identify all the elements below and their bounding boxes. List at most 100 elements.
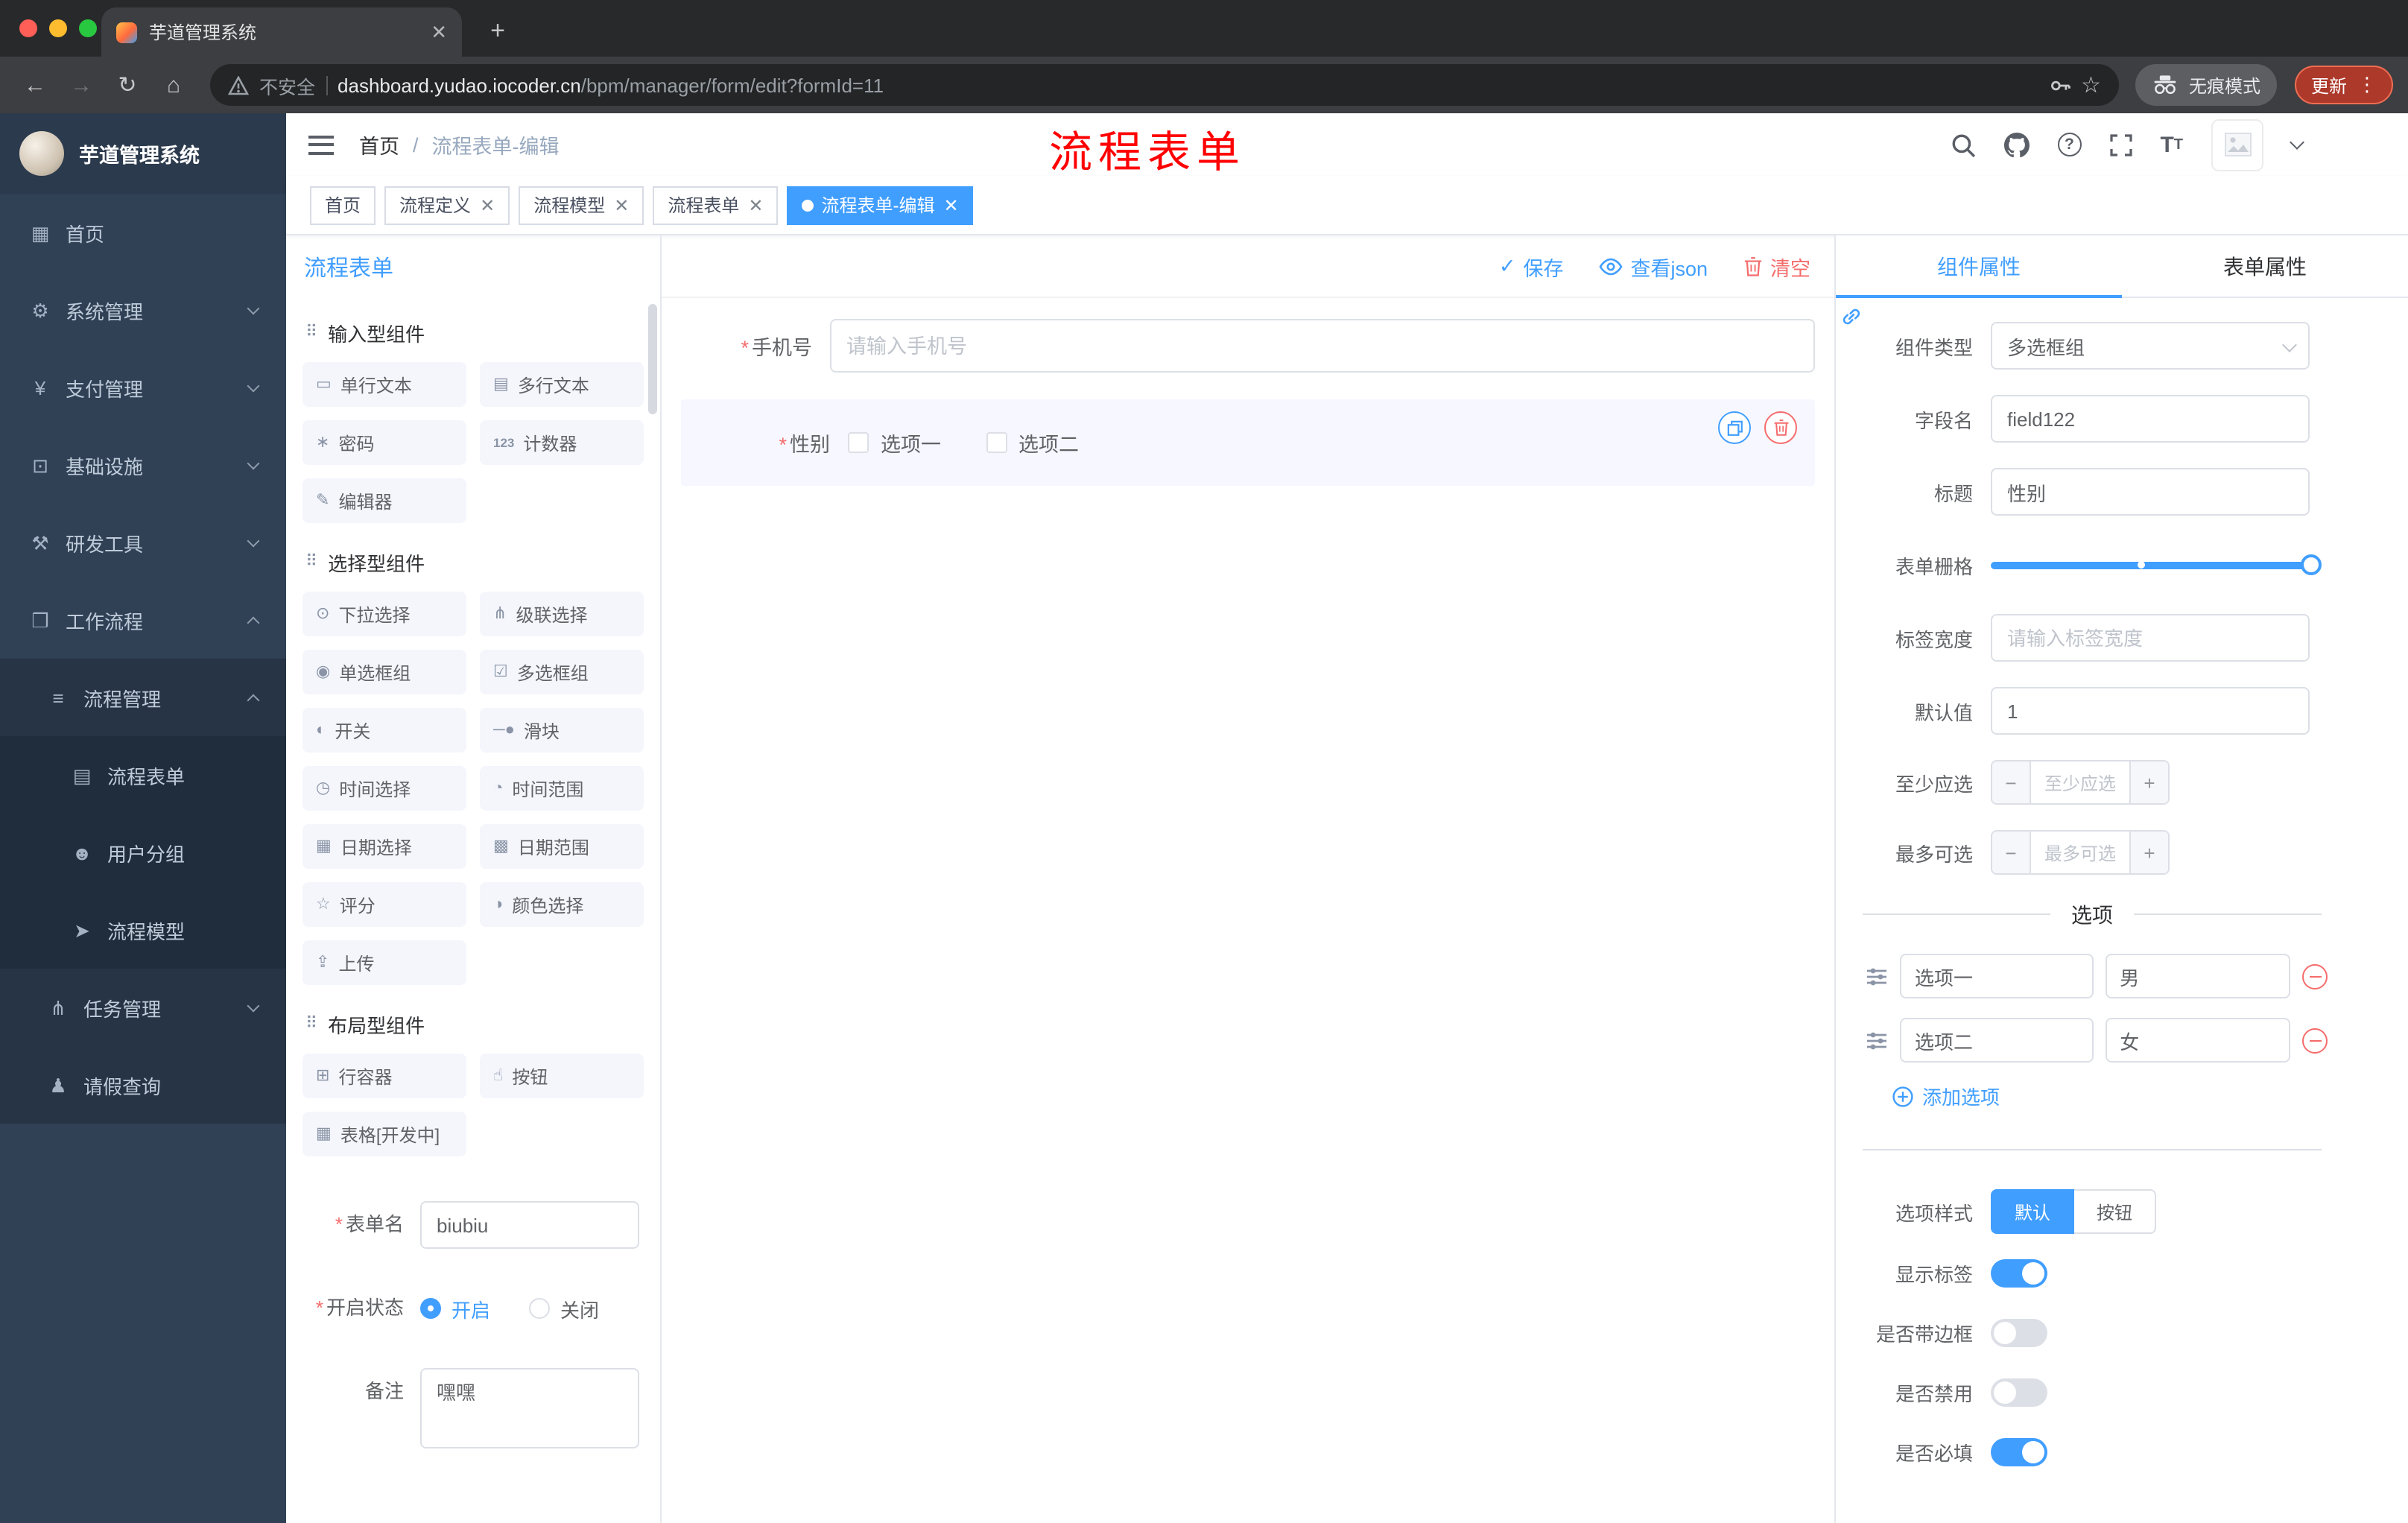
palette-item-cascader[interactable]: 级联选择 — [480, 592, 644, 636]
palette-item-textarea[interactable]: 多行文本 — [480, 362, 644, 407]
form-remark-textarea[interactable] — [420, 1368, 639, 1448]
palette-item-button[interactable]: 按钮 — [480, 1054, 644, 1098]
sidebar-item-process-form[interactable]: 流程表单 — [0, 736, 286, 814]
palette-item-time-range[interactable]: 时间范围 — [480, 766, 644, 811]
clear-button[interactable]: 清空 — [1743, 251, 1810, 281]
window-minimize-button[interactable] — [49, 19, 67, 37]
phone-input[interactable] — [830, 319, 1815, 373]
slider-track[interactable] — [1991, 554, 2322, 575]
help-icon[interactable]: ? — [2057, 133, 2082, 156]
tag-process-form[interactable]: 流程表单 ✕ — [653, 186, 779, 224]
sidebar-item-infrastructure[interactable]: 基础设施 — [0, 426, 286, 504]
browser-menu-icon[interactable]: ⋮ — [2357, 73, 2377, 97]
field-name-input[interactable] — [1991, 395, 2310, 443]
back-button[interactable]: ← — [15, 65, 55, 105]
add-option-button[interactable]: 添加选项 — [1892, 1082, 2408, 1110]
palette-item-password[interactable]: 密码 — [302, 420, 466, 465]
status-radio-off[interactable]: 关闭 — [529, 1294, 599, 1323]
tag-close-icon[interactable]: ✕ — [480, 194, 495, 215]
palette-item-time[interactable]: 时间选择 — [302, 766, 466, 811]
avatar-caret-icon[interactable] — [2290, 135, 2304, 150]
gender-option-2-checkbox[interactable]: 选项二 — [986, 428, 1079, 457]
sidebar-item-devtools[interactable]: 研发工具 — [0, 504, 286, 581]
status-radio-on[interactable]: 开启 — [420, 1294, 490, 1323]
tag-process-form-edit[interactable]: 流程表单-编辑 ✕ — [787, 186, 974, 224]
option-1-value-input[interactable] — [2105, 954, 2290, 998]
search-icon[interactable] — [1950, 132, 1975, 157]
new-tab-button[interactable]: + — [477, 10, 519, 52]
default-value-input[interactable] — [1991, 687, 2310, 735]
palette-item-counter[interactable]: 123 计数器 — [480, 420, 644, 465]
border-toggle[interactable] — [1991, 1319, 2047, 1347]
palette-item-rate[interactable]: 评分 — [302, 882, 466, 927]
option-2-label-input[interactable] — [1900, 1018, 2094, 1063]
label-width-input[interactable] — [1991, 614, 2310, 662]
option-style-default-button[interactable]: 默认 — [1991, 1189, 2075, 1234]
palette-item-input[interactable]: 单行文本 — [302, 362, 466, 407]
delete-widget-button[interactable] — [1764, 411, 1797, 444]
tag-process-definition[interactable]: 流程定义 ✕ — [384, 186, 510, 224]
grid-slider[interactable] — [1991, 541, 2322, 589]
option-1-label-input[interactable] — [1900, 954, 2094, 998]
bookmark-star-icon[interactable]: ☆ — [2081, 72, 2101, 98]
home-button[interactable]: ⌂ — [153, 65, 194, 105]
sidebar-item-workflow[interactable]: 工作流程 — [0, 581, 286, 659]
option-style-button-button[interactable]: 按钮 — [2074, 1189, 2157, 1234]
palette-item-date[interactable]: 日期选择 — [302, 824, 466, 869]
tag-close-icon[interactable]: ✕ — [944, 194, 959, 215]
palette-item-radio-group[interactable]: 单选框组 — [302, 650, 466, 694]
tab-close-icon[interactable]: ✕ — [431, 20, 447, 44]
palette-item-slider[interactable]: 滑块 — [480, 708, 644, 753]
max-select-placeholder[interactable]: 最多可选 — [2031, 832, 2129, 873]
sidebar-item-home[interactable]: 首页 — [0, 194, 286, 271]
component-type-value[interactable] — [1991, 322, 2310, 370]
drag-handle-icon[interactable] — [1866, 966, 1888, 986]
palette-item-upload[interactable]: 上传 — [302, 940, 466, 985]
browser-tab[interactable]: 芋道管理系统 ✕ — [101, 7, 462, 57]
avatar[interactable] — [2211, 118, 2263, 171]
tag-close-icon[interactable]: ✕ — [748, 194, 763, 215]
plus-button[interactable]: + — [2129, 832, 2168, 873]
palette-item-select[interactable]: 下拉选择 — [302, 592, 466, 636]
palette-item-editor[interactable]: 编辑器 — [302, 478, 466, 523]
palette-item-table[interactable]: 表格[开发中] — [302, 1112, 466, 1156]
update-button[interactable]: 更新 ⋮ — [2294, 66, 2393, 104]
title-input[interactable] — [1991, 468, 2310, 516]
scrollbar-thumb[interactable] — [648, 304, 657, 414]
selected-widget-gender[interactable]: * 性别 选项一 选项二 — [681, 399, 1815, 486]
breadcrumb-home[interactable]: 首页 — [359, 130, 399, 159]
forward-button[interactable]: → — [61, 65, 101, 105]
view-json-button[interactable]: 查看json — [1599, 251, 1708, 281]
sidebar-item-system[interactable]: 系统管理 — [0, 271, 286, 349]
sidebar-item-process-model[interactable]: 流程模型 — [0, 891, 286, 969]
address-bar[interactable]: 不安全 dashboard.yudao.iocoder.cn/bpm/manag… — [210, 64, 2119, 106]
disabled-toggle[interactable] — [1991, 1378, 2047, 1407]
slider-handle[interactable] — [2301, 554, 2322, 575]
sidebar-item-payment[interactable]: 支付管理 — [0, 349, 286, 426]
drag-handle-icon[interactable] — [1866, 1030, 1888, 1050]
font-size-icon[interactable]: TT — [2160, 132, 2183, 157]
sidebar-item-task-manage[interactable]: 任务管理 — [0, 969, 286, 1046]
palette-item-switch[interactable]: 开关 — [302, 708, 466, 753]
tag-close-icon[interactable]: ✕ — [614, 194, 629, 215]
option-2-value-input[interactable] — [2105, 1018, 2290, 1063]
gender-option-1-checkbox[interactable]: 选项一 — [848, 428, 941, 457]
key-icon[interactable] — [2048, 74, 2070, 96]
plus-button[interactable]: + — [2129, 762, 2168, 803]
tab-form-props[interactable]: 表单属性 — [2122, 235, 2408, 297]
show-label-toggle[interactable] — [1991, 1259, 2047, 1288]
tab-component-props[interactable]: 组件属性 — [1836, 235, 2122, 298]
form-name-input[interactable] — [420, 1201, 639, 1249]
minus-button[interactable]: − — [1992, 762, 2031, 803]
palette-item-color[interactable]: 颜色选择 — [480, 882, 644, 927]
component-type-select[interactable] — [1991, 322, 2310, 370]
tag-home[interactable]: 首页 — [310, 186, 376, 224]
reload-button[interactable]: ↻ — [107, 65, 148, 105]
required-toggle[interactable] — [1991, 1438, 2047, 1466]
min-select-placeholder[interactable]: 至少应选 — [2031, 762, 2129, 803]
sidebar-item-leave-query[interactable]: 请假查询 — [0, 1046, 286, 1124]
github-icon[interactable] — [2003, 132, 2030, 157]
window-zoom-button[interactable] — [79, 19, 97, 37]
tag-process-model[interactable]: 流程模型 ✕ — [519, 186, 644, 224]
palette-item-date-range[interactable]: 日期范围 — [480, 824, 644, 869]
